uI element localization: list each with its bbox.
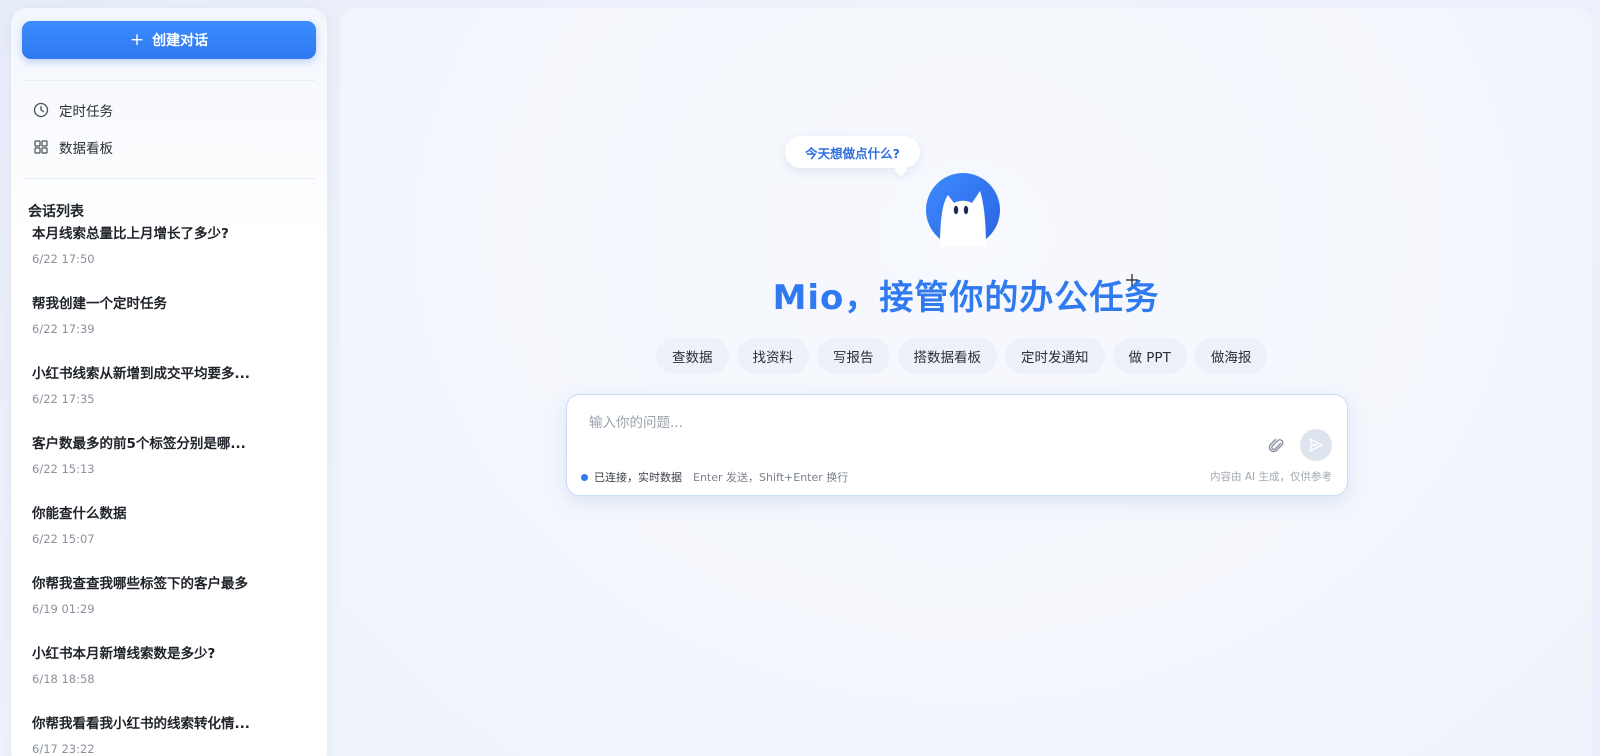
chip-write-report[interactable]: 写报告 bbox=[817, 338, 890, 374]
sidebar-item-scheduled-tasks[interactable]: 定时任务 bbox=[33, 97, 113, 123]
list-item[interactable]: 小红书线索从新增到成交平均要多... 6/22 17:35 bbox=[11, 348, 327, 418]
ai-disclaimer: 内容由 AI 生成，仅供参考 bbox=[1210, 471, 1332, 483]
chip-make-poster[interactable]: 做海报 bbox=[1194, 338, 1268, 374]
conversation-time: 6/22 17:35 bbox=[32, 392, 95, 406]
list-item[interactable]: 本月线索总量比上月增长了多少? 6/22 17:50 bbox=[11, 226, 327, 278]
sidebar-item-label: 数据看板 bbox=[59, 141, 113, 157]
clock-icon bbox=[33, 102, 49, 118]
grid-icon bbox=[34, 140, 48, 154]
sidebar-item-label: 定时任务 bbox=[59, 104, 113, 120]
conversation-title: 本月线索总量比上月增长了多少? bbox=[32, 226, 229, 242]
main-panel: 今天想做点什么? Mio，接管你的办公任务 查数据 找资料 写报告 搭数据看板 … bbox=[340, 8, 1592, 756]
paperclip-icon[interactable] bbox=[1268, 437, 1286, 455]
conversation-title: 你帮我看看我小红书的线索转化情... bbox=[32, 716, 250, 732]
page-title: Mio，接管你的办公任务 bbox=[772, 278, 1160, 318]
chat-input[interactable] bbox=[589, 413, 1189, 433]
conversation-time: 6/18 18:58 bbox=[32, 672, 95, 686]
crosshair-cursor-icon bbox=[1126, 274, 1138, 286]
connection-status-dot bbox=[581, 473, 588, 481]
list-item[interactable]: 你帮我查查我哪些标签下的客户最多 6/19 01:29 bbox=[11, 558, 327, 628]
plus-icon: + bbox=[129, 29, 145, 50]
conversation-time: 6/22 15:13 bbox=[32, 462, 95, 476]
list-item[interactable]: 帮我创建一个定时任务 6/22 17:39 bbox=[11, 278, 327, 348]
list-item[interactable]: 你帮我看看我小红书的线索转化情... 6/17 23:22 bbox=[11, 698, 327, 756]
sidebar-item-dashboard[interactable]: 数据看板 bbox=[33, 134, 113, 160]
conversation-title: 你能查什么数据 bbox=[32, 506, 127, 522]
conversation-title: 客户数最多的前5个标签分别是哪... bbox=[32, 436, 246, 452]
list-item[interactable]: 你能查什么数据 6/22 15:07 bbox=[11, 488, 327, 558]
sidebar-divider bbox=[23, 178, 315, 179]
list-item[interactable]: 客户数最多的前5个标签分别是哪... 6/22 15:13 bbox=[11, 418, 327, 488]
new-chat-button[interactable]: + 创建对话 bbox=[22, 21, 316, 59]
conversation-time: 6/22 17:39 bbox=[32, 322, 95, 336]
list-item[interactable]: 小红书本月新增线索数是多少? 6/18 18:58 bbox=[11, 628, 327, 698]
connection-status: 已连接，实时数据 bbox=[594, 471, 682, 484]
sidebar-divider bbox=[23, 80, 315, 81]
conversation-time: 6/22 15:07 bbox=[32, 532, 95, 546]
new-chat-label: 创建对话 bbox=[152, 33, 209, 49]
chat-input-box: 已连接，实时数据 Enter 发送，Shift+Enter 换行 内容由 AI … bbox=[566, 394, 1348, 496]
status-row: 已连接，实时数据 Enter 发送，Shift+Enter 换行 bbox=[581, 469, 848, 485]
conversation-time: 6/19 01:29 bbox=[32, 602, 95, 616]
quick-action-chips: 查数据 找资料 写报告 搭数据看板 定时发通知 做 PPT 做海报 bbox=[656, 338, 1276, 374]
chip-query-data[interactable]: 查数据 bbox=[656, 338, 729, 374]
conversation-title: 你帮我查查我哪些标签下的客户最多 bbox=[32, 576, 248, 592]
chip-find-materials[interactable]: 找资料 bbox=[736, 338, 809, 374]
conversation-list-title: 会话列表 bbox=[28, 204, 84, 220]
sidebar: + 创建对话 定时任务 数据看板 会话列表 本月线索总量比上月增长了多少? 6/… bbox=[11, 8, 327, 756]
conversation-title: 小红书线索从新增到成交平均要多... bbox=[32, 366, 250, 382]
chip-build-dashboard[interactable]: 搭数据看板 bbox=[897, 338, 997, 374]
chip-scheduled-notify[interactable]: 定时发通知 bbox=[1005, 338, 1105, 374]
conversation-time: 6/22 17:50 bbox=[32, 252, 95, 266]
conversation-time: 6/17 23:22 bbox=[32, 742, 95, 756]
mascot-avatar bbox=[926, 173, 1000, 247]
chip-make-ppt[interactable]: 做 PPT bbox=[1112, 338, 1187, 374]
conversation-list[interactable]: 本月线索总量比上月增长了多少? 6/22 17:50 帮我创建一个定时任务 6/… bbox=[11, 226, 327, 756]
keyboard-hint: Enter 发送，Shift+Enter 换行 bbox=[693, 471, 849, 484]
conversation-title: 小红书本月新增线索数是多少? bbox=[32, 646, 216, 662]
send-icon bbox=[1309, 438, 1323, 452]
send-button[interactable] bbox=[1300, 429, 1332, 461]
conversation-title: 帮我创建一个定时任务 bbox=[32, 296, 167, 312]
